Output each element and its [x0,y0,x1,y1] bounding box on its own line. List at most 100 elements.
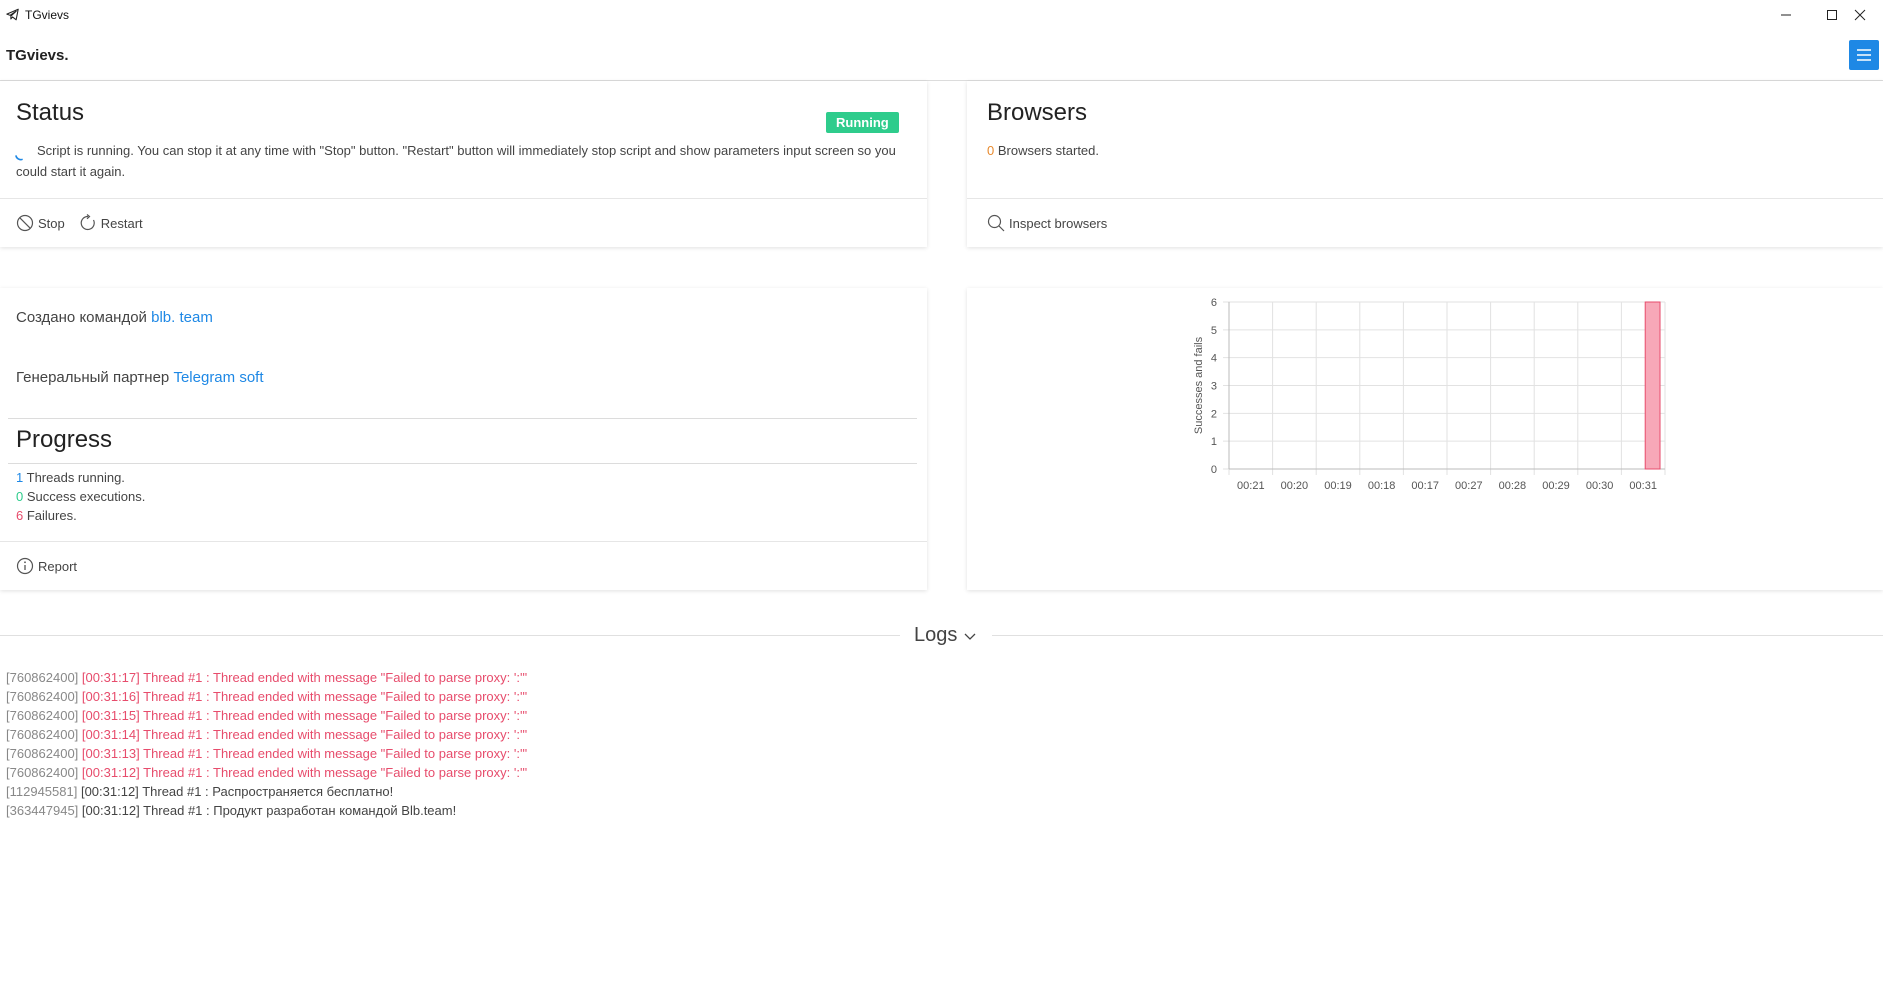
y-tick-label: 1 [1211,436,1217,448]
browsers-count-text: Browsers started. [997,143,1100,158]
log-message: Thread #1 : Thread ended with message "F… [143,670,528,685]
status-badge: Running [826,112,899,133]
fail-text: Failures. [26,508,77,523]
minimize-button[interactable] [1763,0,1809,30]
log-message: Thread #1 : Thread ended with message "F… [143,765,528,780]
report-label: Report [38,558,78,574]
x-tick-label: 00:30 [1586,480,1614,492]
log-line: [760862400] [00:31:16] Thread #1 : Threa… [6,689,527,704]
window-title: TGvievs [25,8,70,22]
log-id: [760862400] [6,670,79,685]
success-text: Success executions. [26,489,146,504]
status-description: Script is running. You can stop it at an… [16,143,896,179]
window-titlebar: TGvievs [0,0,1883,30]
progress-stats: 1 Threads running. 0 Success executions.… [16,468,145,525]
blb-team-link[interactable]: blb. team [151,309,213,326]
app-header: TGvievs. [0,30,1883,81]
log-id: [760862400] [6,708,79,723]
log-time: [00:31:13] [81,746,140,761]
status-title: Status [16,99,85,126]
x-tick-label: 00:29 [1542,480,1570,492]
menu-button[interactable] [1849,40,1879,70]
restart-icon [80,214,95,231]
x-tick-label: 00:31 [1629,480,1657,492]
close-icon [1854,9,1866,21]
log-time: [00:31:12] [81,765,140,780]
hamburger-icon [1857,49,1871,61]
log-id: [760862400] [6,765,79,780]
log-line: [760862400] [00:31:14] Thread #1 : Threa… [6,727,527,742]
threads-stat: 1 Threads running. [16,468,145,487]
log-message: Thread #1 : Thread ended with message "F… [143,708,528,723]
close-button[interactable] [1837,0,1883,30]
status-actions: Stop Restart [0,198,927,247]
x-tick-label: 00:20 [1281,480,1309,492]
telegram-soft-link[interactable]: Telegram soft [173,369,263,386]
log-id: [760862400] [6,727,79,742]
browsers-card: Browsers 0 Browsers started. Inspect bro… [967,81,1883,247]
threads-count: 1 [16,470,24,485]
log-id: [760862400] [6,746,79,761]
y-tick-label: 5 [1211,325,1217,337]
progress-title: Progress [16,426,113,453]
fail-count: 6 [16,508,24,523]
log-time: [00:31:14] [81,727,140,742]
y-tick-label: 6 [1211,297,1217,309]
created-by-text: Создано командой [16,309,147,326]
search-icon [987,214,1005,232]
progress-card: Создано командой blb. team Генеральный п… [0,288,927,590]
partner-line: Генеральный партнер Telegram soft [16,369,264,386]
x-tick-label: 00:19 [1324,480,1352,492]
logs-divider-right [992,635,1883,636]
stop-icon [16,214,34,232]
log-line: [760862400] [00:31:12] Thread #1 : Threa… [6,765,527,780]
log-time: [00:31:12] [80,784,139,799]
divider [8,463,917,464]
stop-label: Stop [38,215,65,231]
log-id: [760862400] [6,689,79,704]
x-tick-label: 00:28 [1499,480,1527,492]
y-tick-label: 0 [1211,464,1217,476]
logs-title: Logs [914,624,958,646]
restart-label: Restart [100,215,143,231]
report-button[interactable]: Report [16,557,77,575]
log-message: Thread #1 : Распространяется бесплатно! [142,784,394,799]
log-time: [00:31:15] [81,708,140,723]
x-tick-label: 00:18 [1368,480,1396,492]
logs-toggle[interactable]: Logs [914,624,977,647]
bar [1644,301,1661,470]
telegram-icon [6,8,19,21]
x-tick-label: 00:17 [1411,480,1439,492]
x-tick-label: 00:27 [1455,480,1483,492]
success-stat: 0 Success executions. [16,487,145,506]
y-tick-label: 4 [1211,353,1217,365]
stop-button[interactable]: Stop [16,214,65,232]
inspect-browsers-button[interactable]: Inspect browsers [987,214,1107,232]
brand-logo: TGvievs. [6,47,69,64]
y-axis-label: Successes and fails [1193,336,1205,434]
success-count: 0 [16,489,24,504]
restart-button[interactable]: Restart [79,214,143,232]
chevron-down-icon [964,633,976,640]
log-line: [760862400] [00:31:13] Thread #1 : Threa… [6,746,527,761]
log-message: Thread #1 : Thread ended with message "F… [143,727,528,742]
created-by-line: Создано командой blb. team [16,309,213,326]
progress-actions: Report [0,541,927,590]
divider [8,418,917,419]
browsers-actions: Inspect browsers [967,198,1883,247]
log-line: [760862400] [00:31:17] Thread #1 : Threa… [6,670,527,685]
fail-stat: 6 Failures. [16,506,145,525]
info-icon [16,557,34,575]
status-card: Status Running Script is running. You ca… [0,81,927,247]
log-message: Thread #1 : Thread ended with message "F… [143,689,528,704]
browsers-title: Browsers [987,99,1088,126]
log-line: [760862400] [00:31:15] Thread #1 : Threa… [6,708,527,723]
minimize-icon [1781,14,1791,16]
log-message: Thread #1 : Thread ended with message "F… [143,746,528,761]
log-message: Thread #1 : Продукт разработан командой … [143,803,457,818]
log-id: [112945581] [6,784,78,799]
log-id: [363447945] [6,803,79,818]
log-time: [00:31:16] [81,689,140,704]
threads-text: Threads running. [26,470,125,485]
log-time: [00:31:17] [81,670,140,685]
